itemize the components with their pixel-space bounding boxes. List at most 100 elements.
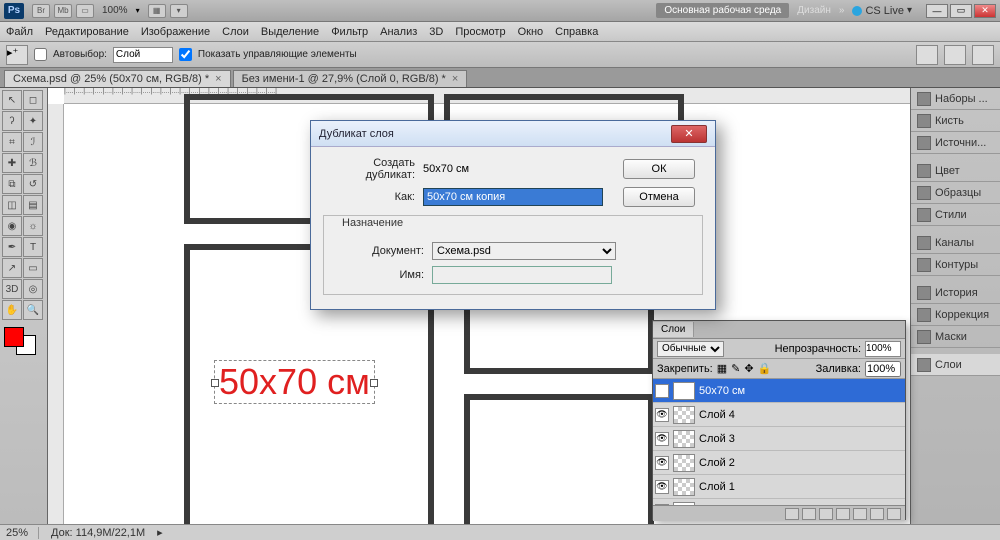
move-tool[interactable]: ↖	[2, 90, 22, 110]
arrange-icon[interactable]: ▦	[148, 4, 166, 18]
menu-help[interactable]: Справка	[555, 26, 598, 38]
pen-tool[interactable]: ✒	[2, 237, 22, 257]
menu-select[interactable]: Выделение	[261, 26, 319, 38]
autoselect-checkbox[interactable]	[34, 48, 47, 61]
visibility-icon[interactable]: 👁	[655, 432, 669, 446]
visibility-icon[interactable]: 👁	[655, 408, 669, 422]
fill-input[interactable]	[865, 361, 901, 377]
maximize-button[interactable]: ▭	[950, 4, 972, 18]
tab-2[interactable]: Без имени-1 @ 27,9% (Слой 0, RGB/8) *×	[233, 70, 468, 87]
dock-brush[interactable]: Кисть	[911, 110, 1000, 132]
screen-mode-icon[interactable]: ▭	[76, 4, 94, 18]
history-brush-tool[interactable]: ↺	[23, 174, 43, 194]
status-chevron-icon[interactable]: ▸	[157, 526, 163, 539]
align-icon-1[interactable]	[916, 45, 938, 65]
new-layer-icon[interactable]	[870, 508, 884, 520]
blend-mode-select[interactable]: Обычные	[657, 341, 724, 357]
layers-panel[interactable]: Слои Обычные Непрозрачность: Закрепить: …	[652, 320, 906, 520]
color-swatch[interactable]	[2, 325, 42, 353]
ok-button[interactable]: ОК	[623, 159, 695, 179]
eyedropper-tool[interactable]: ℐ	[23, 132, 43, 152]
lasso-tool[interactable]: ʔ	[2, 111, 22, 131]
menu-analysis[interactable]: Анализ	[380, 26, 417, 38]
workspace-more-icon[interactable]: »	[839, 5, 845, 16]
dock-masks[interactable]: Маски	[911, 326, 1000, 348]
workspace-active[interactable]: Основная рабочая среда	[656, 3, 789, 18]
visibility-icon[interactable]: 👁	[655, 504, 669, 506]
as-input[interactable]	[423, 188, 603, 206]
zoom-chevron-icon[interactable]: ▾	[136, 6, 140, 15]
layers-tab[interactable]: Слои	[653, 322, 694, 337]
eraser-tool[interactable]: ◫	[2, 195, 22, 215]
dock-sets[interactable]: Наборы ...	[911, 88, 1000, 110]
trash-icon[interactable]	[887, 508, 901, 520]
dodge-tool[interactable]: ☼	[23, 216, 43, 236]
menu-3d[interactable]: 3D	[429, 26, 443, 38]
dock-adjust[interactable]: Коррекция	[911, 304, 1000, 326]
crop-tool[interactable]: ⌗	[2, 132, 22, 152]
tab-1-close-icon[interactable]: ×	[215, 73, 221, 85]
duplicate-layer-dialog[interactable]: Дубликат слоя ✕ Создать дубликат: 50x70 …	[310, 120, 716, 310]
marquee-tool[interactable]: ◻	[23, 90, 43, 110]
brush-tool[interactable]: ℬ	[23, 153, 43, 173]
align-icon-2[interactable]	[944, 45, 966, 65]
mask-icon[interactable]	[819, 508, 833, 520]
tab-2-close-icon[interactable]: ×	[452, 73, 458, 85]
group-icon[interactable]	[853, 508, 867, 520]
cs-live[interactable]: CS Live▾	[852, 5, 912, 17]
lock-move-icon[interactable]: ✥	[744, 362, 753, 375]
lock-pixels-icon[interactable]: ▦	[717, 362, 727, 375]
menu-edit[interactable]: Редактирование	[45, 26, 129, 38]
lock-brush-icon[interactable]: ✎	[731, 362, 740, 375]
shape-tool[interactable]: ▭	[23, 258, 43, 278]
layer-row[interactable]: 👁Слой 1	[653, 475, 905, 499]
menu-window[interactable]: Окно	[518, 26, 544, 38]
status-zoom[interactable]: 25%	[6, 527, 39, 539]
adjustment-icon[interactable]	[836, 508, 850, 520]
menu-view[interactable]: Просмотр	[455, 26, 505, 38]
document-select[interactable]: Схема.psd	[432, 242, 616, 260]
type-tool[interactable]: T	[23, 237, 43, 257]
menu-image[interactable]: Изображение	[141, 26, 210, 38]
dock-styles[interactable]: Стили	[911, 204, 1000, 226]
heal-tool[interactable]: ✚	[2, 153, 22, 173]
move-tool-icon[interactable]: ▸⁺	[6, 45, 28, 65]
zoom-tool[interactable]: 🔍	[23, 300, 43, 320]
menu-filter[interactable]: Фильтр	[331, 26, 368, 38]
close-button[interactable]: ✕	[974, 4, 996, 18]
blur-tool[interactable]: ◉	[2, 216, 22, 236]
menu-file[interactable]: Файл	[6, 26, 33, 38]
cancel-button[interactable]: Отмена	[623, 187, 695, 207]
menu-layers[interactable]: Слои	[222, 26, 249, 38]
dock-color[interactable]: Цвет	[911, 160, 1000, 182]
text-layer[interactable]: 50х70 см	[214, 360, 375, 404]
3d-tool[interactable]: 3D	[2, 279, 22, 299]
path-tool[interactable]: ↗	[2, 258, 22, 278]
visibility-icon[interactable]: 👁	[655, 480, 669, 494]
camera-tool[interactable]: ◎	[23, 279, 43, 299]
dock-swatches[interactable]: Образцы	[911, 182, 1000, 204]
dock-layers[interactable]: Слои	[911, 354, 1000, 376]
wand-tool[interactable]: ✦	[23, 111, 43, 131]
fg-color[interactable]	[4, 327, 24, 347]
layer-row[interactable]: 👁Слой 2	[653, 451, 905, 475]
bridge-icon[interactable]: Br	[32, 4, 50, 18]
layer-row[interactable]: 👁T50x70 см	[653, 379, 905, 403]
hand-tool[interactable]: ✋	[2, 300, 22, 320]
workspace-other[interactable]: Дизайн	[797, 5, 831, 16]
opacity-input[interactable]	[865, 341, 901, 357]
fx-icon[interactable]	[802, 508, 816, 520]
show-controls-checkbox[interactable]	[179, 48, 192, 61]
layer-row[interactable]: 👁Слой 4	[653, 403, 905, 427]
visibility-icon[interactable]: 👁	[655, 456, 669, 470]
dialog-close-icon[interactable]: ✕	[671, 125, 707, 143]
visibility-icon[interactable]: 👁	[655, 384, 669, 398]
link-icon[interactable]	[785, 508, 799, 520]
minibridge-icon[interactable]: Mb	[54, 4, 72, 18]
autoselect-value[interactable]	[113, 47, 173, 63]
dock-paths[interactable]: Контуры	[911, 254, 1000, 276]
stamp-tool[interactable]: ⧉	[2, 174, 22, 194]
layer-row[interactable]: 👁Слой 3	[653, 427, 905, 451]
dock-history[interactable]: История	[911, 282, 1000, 304]
zoom-dropdown[interactable]: 100%	[102, 5, 128, 16]
